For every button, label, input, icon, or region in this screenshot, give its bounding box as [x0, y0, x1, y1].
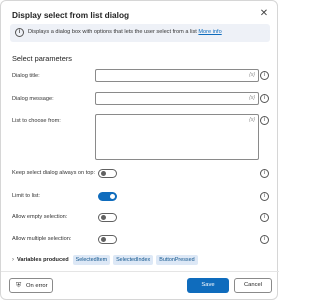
dialog-message-input[interactable]: {x}: [95, 92, 259, 105]
variable-picker-icon[interactable]: {x}: [249, 117, 255, 123]
cancel-button[interactable]: Cancel: [234, 278, 272, 293]
save-button[interactable]: Save: [187, 278, 229, 293]
variable-chip-buttonpressed[interactable]: ButtonPressed: [156, 254, 198, 265]
shield-icon: ⛨: [16, 282, 22, 289]
info-icon: i: [15, 28, 24, 37]
dialog-message-label: Dialog message:: [12, 96, 54, 102]
dialog-message-help-icon[interactable]: i: [260, 94, 269, 103]
allow-empty-help-icon[interactable]: i: [260, 213, 269, 222]
variable-picker-icon[interactable]: {x}: [249, 95, 255, 101]
info-banner: i Displays a dialog box with options tha…: [10, 24, 270, 42]
dialog-title: Display select from list dialog: [12, 10, 130, 20]
list-label: List to choose from:: [12, 118, 61, 124]
chevron-right-icon[interactable]: ›: [12, 257, 14, 263]
toggle-knob: [110, 194, 115, 199]
keep-on-top-help-icon[interactable]: i: [260, 169, 269, 178]
info-banner-text: Displays a dialog box with options that …: [28, 29, 222, 35]
dialog-title-label: Dialog title:: [12, 73, 40, 79]
allow-multiple-help-icon[interactable]: i: [260, 235, 269, 244]
variables-produced: › Variables produced SelectedItem SelectedI…: [12, 251, 201, 265]
limit-to-list-label: Limit to list:: [12, 193, 40, 199]
variable-chip-selectedindex[interactable]: SelectedIndex: [113, 254, 154, 265]
toggle-knob: [101, 237, 106, 242]
keep-on-top-label: Keep select dialog always on top:: [12, 170, 96, 176]
banner-description: Displays a dialog box with options that …: [28, 29, 197, 35]
on-error-label: On error: [26, 283, 48, 289]
toggle-knob: [101, 215, 106, 220]
keep-on-top-toggle[interactable]: [98, 169, 117, 178]
dialog: Display select from list dialog ✕ i Disp…: [0, 0, 279, 300]
limit-to-list-toggle[interactable]: [98, 192, 117, 201]
toggle-knob: [101, 171, 106, 176]
footer-divider: [1, 271, 279, 272]
list-help-icon[interactable]: i: [260, 116, 269, 125]
allow-empty-toggle[interactable]: [98, 213, 117, 222]
variable-chip-selecteditem[interactable]: SelectedItem: [72, 254, 111, 265]
allow-multiple-label: Allow multiple selection:: [12, 236, 72, 242]
dialog-title-input[interactable]: {x}: [95, 69, 259, 82]
dialog-title-help-icon[interactable]: i: [260, 71, 269, 80]
more-info-link[interactable]: More info: [198, 29, 221, 35]
variables-produced-label: Variables produced: [17, 256, 69, 263]
on-error-button[interactable]: ⛨ On error: [9, 278, 53, 293]
variable-picker-icon[interactable]: {x}: [249, 72, 255, 78]
allow-empty-label: Allow empty selection:: [12, 214, 68, 220]
list-input[interactable]: {x}: [95, 114, 259, 160]
close-icon[interactable]: ✕: [259, 9, 269, 19]
allow-multiple-toggle[interactable]: [98, 235, 117, 244]
limit-to-list-help-icon[interactable]: i: [260, 192, 269, 201]
section-title: Select parameters: [12, 54, 72, 63]
